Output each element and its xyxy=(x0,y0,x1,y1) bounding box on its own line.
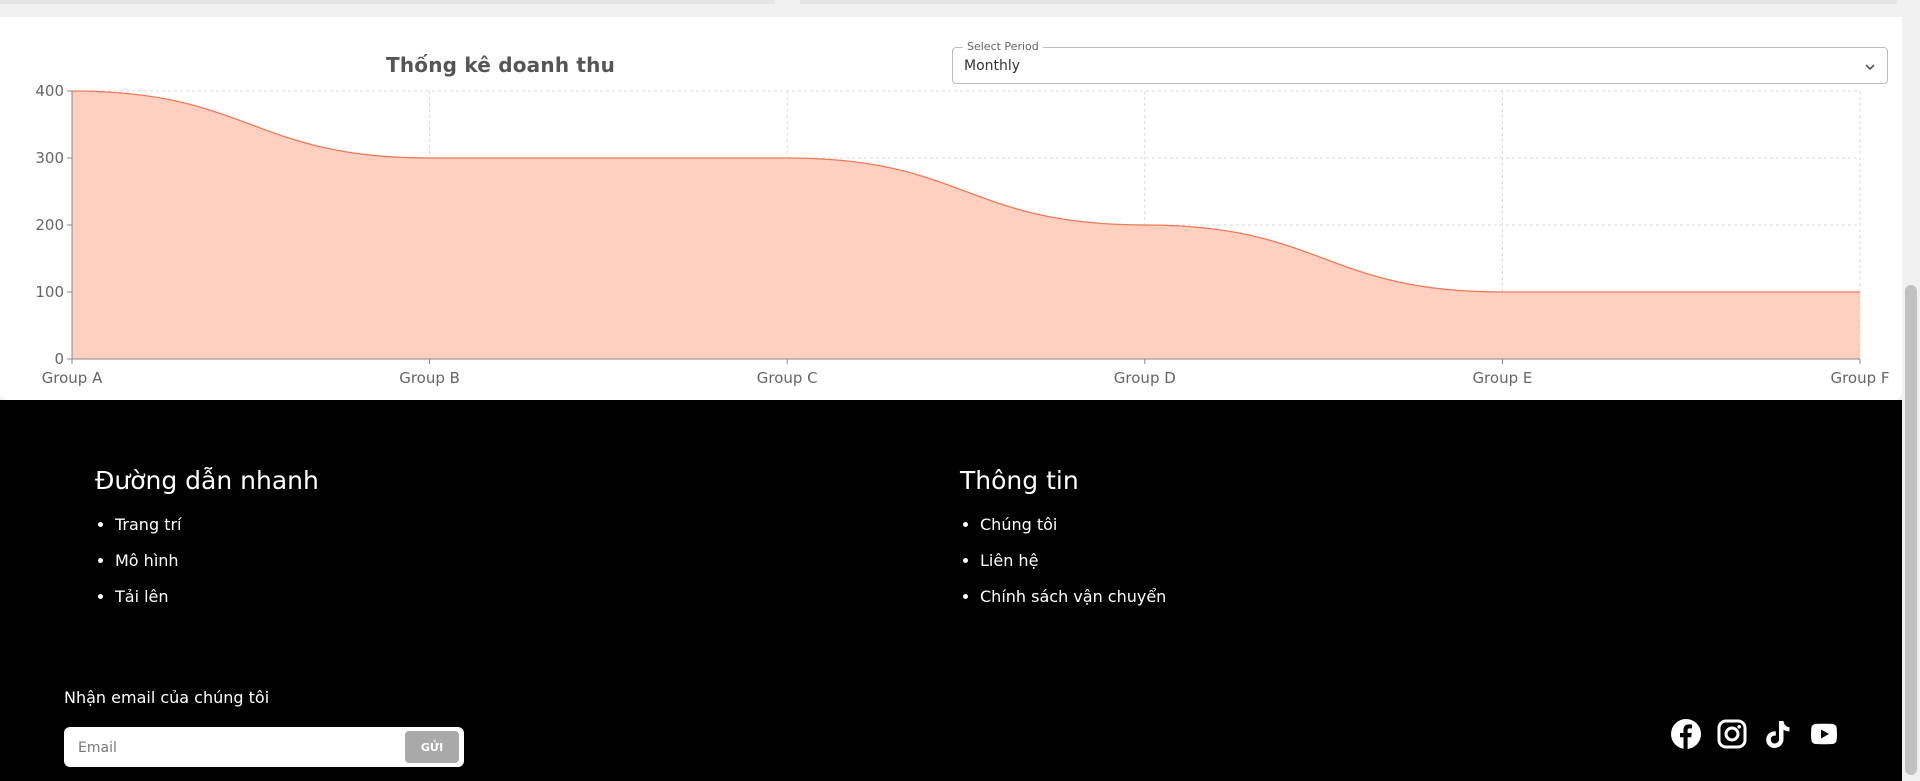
info-heading: Thông tin xyxy=(960,466,1079,495)
quick-link-item[interactable]: Trang trí xyxy=(115,515,319,535)
y-tick-label: 0 xyxy=(54,350,64,368)
facebook-icon[interactable] xyxy=(1670,718,1702,750)
info-item[interactable]: Chúng tôi xyxy=(980,515,1166,535)
info-list: Chúng tôi Liên hệ Chính sách vận chuyển xyxy=(960,515,1166,607)
top-strip xyxy=(800,0,1897,4)
info-item[interactable]: Chính sách vận chuyển xyxy=(980,587,1166,607)
x-tick-label: Group F xyxy=(1830,369,1889,387)
y-tick-label: 300 xyxy=(35,149,64,167)
site-footer: Đường dẫn nhanh Trang trí Mô hình Tải lê… xyxy=(0,400,1902,781)
top-strip xyxy=(0,0,775,4)
x-tick-label: Group E xyxy=(1472,369,1532,387)
scrollbar-thumb[interactable] xyxy=(1905,285,1917,775)
quick-links-heading: Đường dẫn nhanh xyxy=(95,466,319,495)
revenue-card: Thống kê doanh thu Select Period Monthly… xyxy=(0,17,1902,400)
quick-link-models[interactable]: Mô hình xyxy=(115,551,179,570)
tiktok-icon[interactable] xyxy=(1762,718,1794,750)
page-scrollbar[interactable] xyxy=(1902,0,1920,781)
y-tick-label: 200 xyxy=(35,216,64,234)
quick-link-decor[interactable]: Trang trí xyxy=(115,515,181,534)
youtube-icon[interactable] xyxy=(1808,718,1840,750)
instagram-icon[interactable] xyxy=(1716,718,1748,750)
newsletter-label: Nhận email của chúng tôi xyxy=(64,688,270,707)
email-input[interactable] xyxy=(76,735,460,761)
quick-links-list: Trang trí Mô hình Tải lên xyxy=(95,515,319,607)
info-shipping-policy[interactable]: Chính sách vận chuyển xyxy=(980,587,1166,606)
quick-link-upload[interactable]: Tải lên xyxy=(115,587,169,606)
send-button[interactable]: GỬI xyxy=(405,731,459,763)
newsletter-form: GỬI xyxy=(64,727,464,767)
quick-link-item[interactable]: Tải lên xyxy=(115,587,319,607)
quick-links-section: Đường dẫn nhanh Trang trí Mô hình Tải lê… xyxy=(95,466,319,623)
revenue-area-chart: 0 100 200 300 400 Group A Group B Group C Group … xyxy=(35,82,1889,387)
y-tick-label: 400 xyxy=(35,82,64,100)
info-about[interactable]: Chúng tôi xyxy=(980,515,1057,534)
quick-link-item[interactable]: Mô hình xyxy=(115,551,319,571)
x-tick-label: Group C xyxy=(757,369,818,387)
x-tick-label: Group A xyxy=(42,369,103,387)
y-tick-label: 100 xyxy=(35,283,64,301)
info-item[interactable]: Liên hệ xyxy=(980,551,1166,571)
info-section: Thông tin Chúng tôi Liên hệ Chính sách v… xyxy=(960,466,1166,623)
info-contact[interactable]: Liên hệ xyxy=(980,551,1038,570)
x-tick-label: Group D xyxy=(1114,369,1176,387)
x-tick-label: Group B xyxy=(399,369,460,387)
